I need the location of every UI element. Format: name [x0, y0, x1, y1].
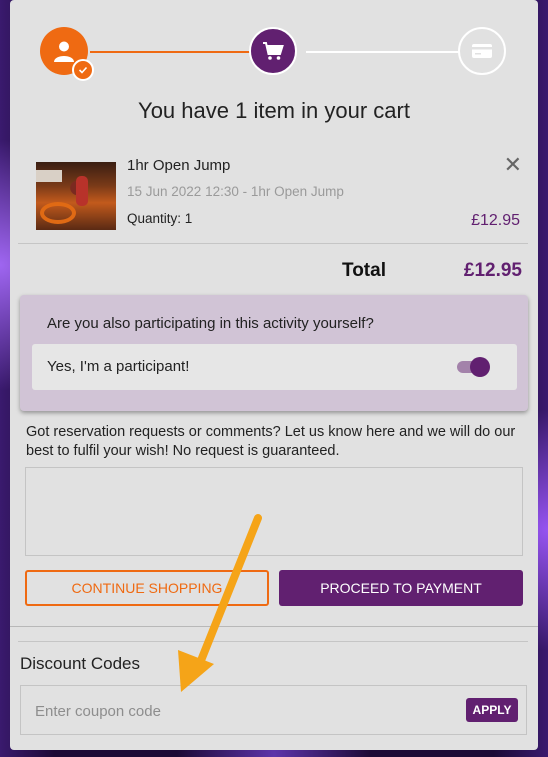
annotation-arrow-icon	[178, 514, 262, 692]
